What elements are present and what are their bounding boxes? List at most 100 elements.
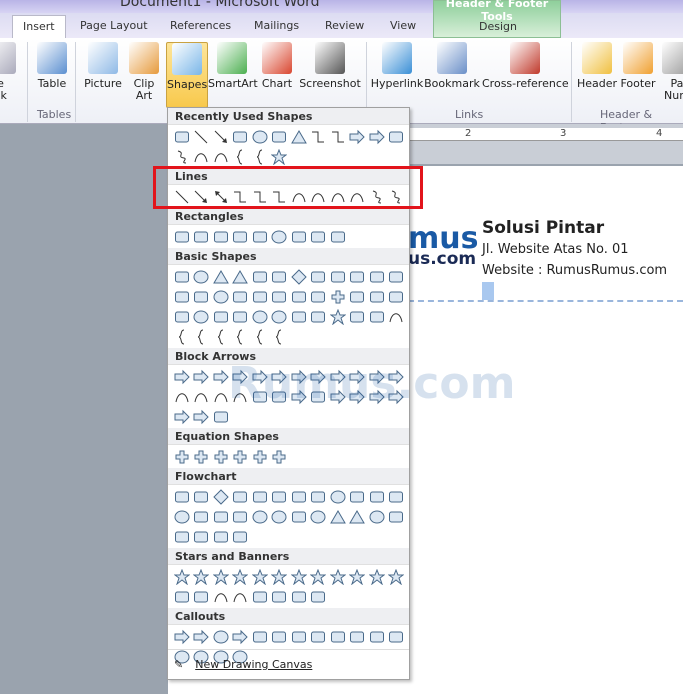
- screenshot-button[interactable]: Screenshot: [296, 42, 364, 90]
- shape-merge-icon[interactable]: [348, 507, 368, 527]
- shape-circular-arrow-icon[interactable]: [192, 407, 212, 427]
- shape-arc-icon[interactable]: [192, 147, 212, 167]
- shape-card-icon[interactable]: [211, 507, 231, 527]
- header-button[interactable]: Header: [574, 42, 620, 90]
- shape-roundcorner-icon[interactable]: [270, 227, 290, 247]
- tab-page-layout[interactable]: Page Layout: [80, 19, 148, 32]
- shape-accent-callout1-icon[interactable]: [328, 627, 348, 647]
- shape-scribble-icon[interactable]: [172, 147, 192, 167]
- shape-accent-callout3-icon[interactable]: [367, 627, 387, 647]
- shape-left-brace-icon[interactable]: [250, 327, 270, 347]
- shape-diamond-icon[interactable]: [211, 487, 231, 507]
- shape-wave-icon[interactable]: [387, 127, 407, 147]
- shape-heart-icon[interactable]: [289, 307, 309, 327]
- shape-decagon-icon[interactable]: [387, 267, 407, 287]
- shape-explosion1-icon[interactable]: [172, 567, 192, 587]
- shape-bracketpair-icon[interactable]: [172, 327, 192, 347]
- shape-diagstripe-icon[interactable]: [309, 287, 329, 307]
- shape-parallelogram-icon[interactable]: [231, 487, 251, 507]
- shape-textbox-icon[interactable]: [172, 127, 192, 147]
- shape-curved-left-icon[interactable]: [192, 387, 212, 407]
- shape-curved-ribbon-up-icon[interactable]: [211, 587, 231, 607]
- shape-right-brace-icon[interactable]: [250, 147, 270, 167]
- shape-multiply-icon[interactable]: [211, 447, 231, 467]
- shape-doublewave-icon[interactable]: [309, 587, 329, 607]
- shape-manualinput-icon[interactable]: [367, 487, 387, 507]
- shape-moon-icon[interactable]: [348, 307, 368, 327]
- tab-references[interactable]: References: [170, 19, 231, 32]
- shape-star5-icon[interactable]: [231, 567, 251, 587]
- shape-textbox-icon[interactable]: [172, 267, 192, 287]
- shape-plus-icon[interactable]: [328, 287, 348, 307]
- shape-cloud-icon[interactable]: [367, 307, 387, 327]
- shape-roundrect-icon[interactable]: [192, 227, 212, 247]
- shape-roundrect-icon[interactable]: [192, 487, 212, 507]
- shape-right-arrow-icon[interactable]: [172, 367, 192, 387]
- smartart-button[interactable]: SmartArt: [208, 42, 258, 90]
- shape-star-icon[interactable]: [270, 147, 290, 167]
- shape-nosymbol-icon[interactable]: [211, 307, 231, 327]
- shape-multidocument-icon[interactable]: [309, 487, 329, 507]
- shape-right-bracket-icon[interactable]: [231, 327, 251, 347]
- shape-display-icon[interactable]: [231, 527, 251, 547]
- shape-parallelogram-icon[interactable]: [250, 267, 270, 287]
- cross-reference-button[interactable]: Cross-reference: [482, 42, 569, 90]
- shape-plaque-icon[interactable]: [348, 287, 368, 307]
- ruler[interactable]: 2 3 4: [410, 124, 683, 164]
- shape-right-triangle-icon[interactable]: [231, 267, 251, 287]
- shape-rect-callout-icon[interactable]: [172, 627, 192, 647]
- shape-terminator-icon[interactable]: [328, 487, 348, 507]
- shape-ribbon-up-icon[interactable]: [172, 587, 192, 607]
- shape-scroll-h-icon[interactable]: [270, 587, 290, 607]
- shape-snip-icon[interactable]: [211, 227, 231, 247]
- shape-rect-icon[interactable]: [231, 127, 251, 147]
- shape-star12-icon[interactable]: [328, 567, 348, 587]
- shape-bracepair-icon[interactable]: [192, 327, 212, 347]
- shape-accent-callout4-icon[interactable]: [387, 627, 407, 647]
- shape-foldedcorner-icon[interactable]: [250, 307, 270, 327]
- shape-predefined-icon[interactable]: [250, 487, 270, 507]
- shape-sun-icon[interactable]: [328, 307, 348, 327]
- shape-halfframe-icon[interactable]: [270, 287, 290, 307]
- shape-pentagon-icon[interactable]: [309, 267, 329, 287]
- pa-num-button[interactable]: Pa Num: [662, 42, 683, 102]
- shape-star7-icon[interactable]: [270, 567, 290, 587]
- shape-curved-ribbon-down-icon[interactable]: [231, 587, 251, 607]
- shape-rect-icon[interactable]: [289, 227, 309, 247]
- shape-cloud-callout-icon[interactable]: [231, 627, 251, 647]
- shape-arrow-icon[interactable]: [211, 127, 231, 147]
- shape-trapezoid-icon[interactable]: [270, 267, 290, 287]
- shape-blockarc-icon[interactable]: [231, 307, 251, 327]
- shape-donut-icon[interactable]: [192, 307, 212, 327]
- shape-wave-icon[interactable]: [289, 587, 309, 607]
- shape-line-icon[interactable]: [192, 127, 212, 147]
- shape-snipround-icon[interactable]: [250, 227, 270, 247]
- shape-octagon-icon[interactable]: [367, 267, 387, 287]
- shape-chord-icon[interactable]: [211, 287, 231, 307]
- shape-left-brace-icon[interactable]: [231, 147, 251, 167]
- shape-rect-icon[interactable]: [172, 227, 192, 247]
- shape-arc-icon[interactable]: [387, 307, 407, 327]
- shape-minus-icon[interactable]: [192, 447, 212, 467]
- shape-plus-icon[interactable]: [172, 447, 192, 467]
- shape-left-bracket-icon[interactable]: [211, 327, 231, 347]
- shape-teardrop-icon[interactable]: [231, 287, 251, 307]
- shape-ellipse-icon[interactable]: [172, 507, 192, 527]
- shape-lightning-icon[interactable]: [309, 307, 329, 327]
- shape-line-callout4-icon[interactable]: [309, 627, 329, 647]
- hyperlink-button[interactable]: Hyperlink: [370, 42, 424, 90]
- shape-star6-icon[interactable]: [250, 567, 270, 587]
- shape-ellipse-icon[interactable]: [192, 267, 212, 287]
- header-text[interactable]: Solusi Pintar Jl. Website Atas No. 01 We…: [482, 218, 667, 281]
- shape-divide-icon[interactable]: [231, 447, 251, 467]
- shape-roundrect-callout-icon[interactable]: [192, 627, 212, 647]
- shape-dodecagon-icon[interactable]: [172, 287, 192, 307]
- shape-magneticdisk-icon[interactable]: [192, 527, 212, 547]
- tab-review[interactable]: Review: [325, 19, 364, 32]
- shape-summing-icon[interactable]: [250, 507, 270, 527]
- shape-preparation-icon[interactable]: [348, 487, 368, 507]
- shape-roundrect-icon[interactable]: [309, 227, 329, 247]
- shape-snip2-icon[interactable]: [231, 227, 251, 247]
- shape-accent-callout2-icon[interactable]: [348, 627, 368, 647]
- shape-line-callout2-icon[interactable]: [270, 627, 290, 647]
